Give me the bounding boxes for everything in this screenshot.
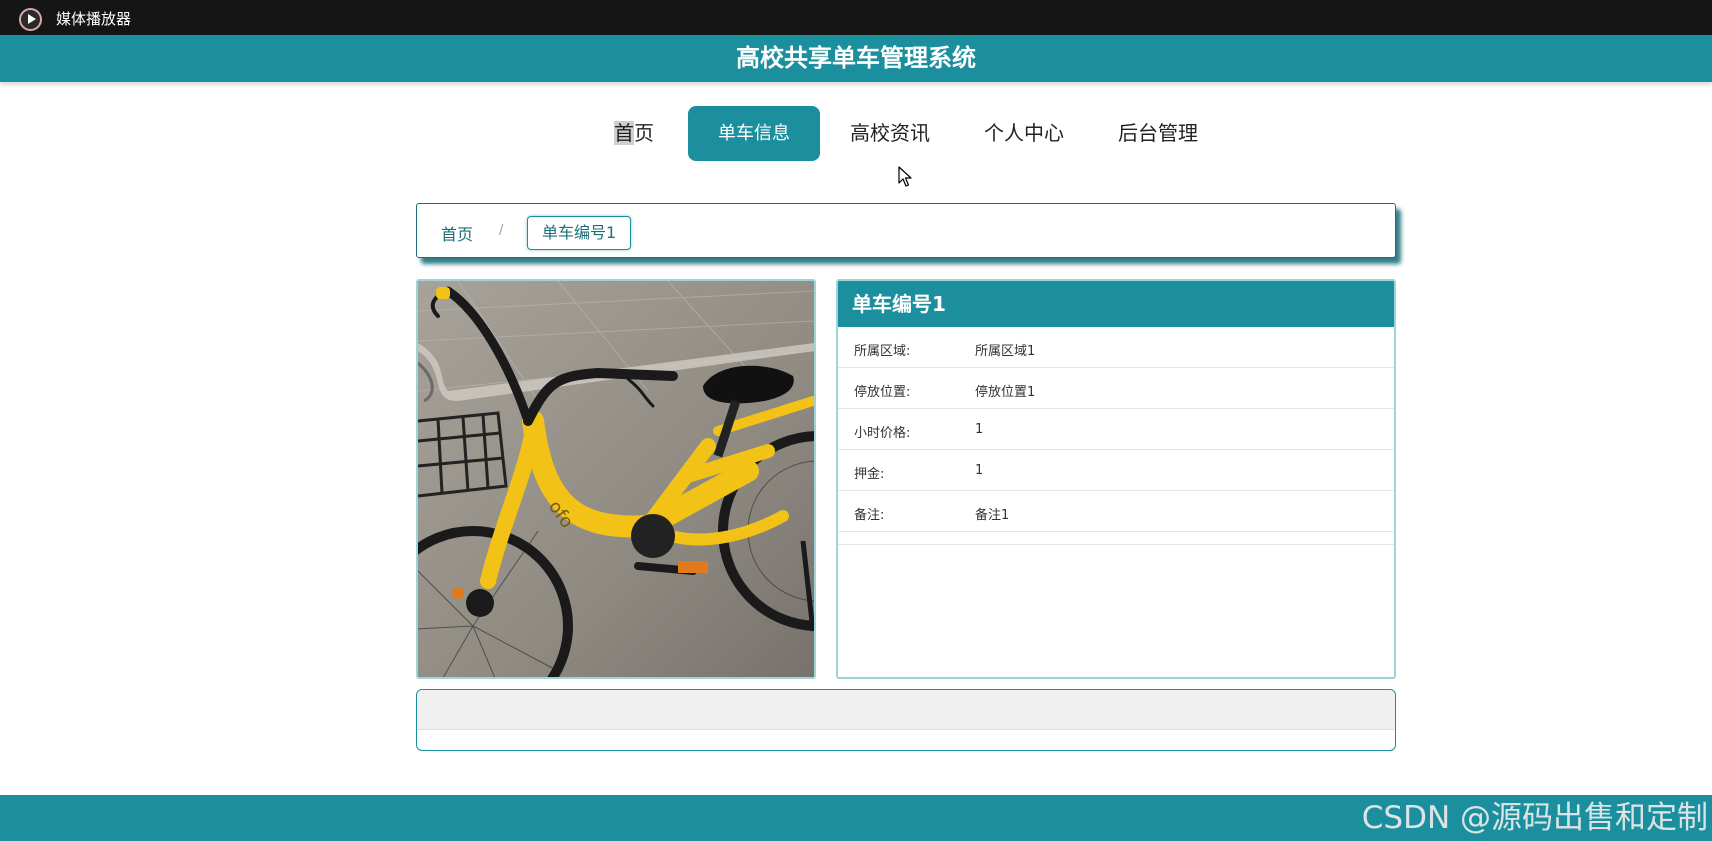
detail-row-remark: 备注: 备注1 (838, 491, 1394, 532)
bike-detail-panel: 单车编号1 所属区域: 所属区域1 停放位置: 停放位置1 小时价格: 1 押金… (836, 279, 1396, 679)
nav-item-bike-info[interactable]: 单车信息 (688, 106, 820, 161)
content-panel-header (417, 690, 1395, 730)
detail-value: 所属区域1 (975, 344, 1036, 359)
nav-item-home-highlight: 首 (614, 121, 634, 145)
detail-value: 1 (975, 422, 984, 437)
breadcrumb-home-link[interactable]: 首页 (441, 221, 473, 245)
detail-label: 停放位置: (854, 385, 911, 400)
main-nav: 首页 单车信息 高校资讯 个人中心 后台管理 (0, 106, 1712, 161)
media-player-titlebar: 媒体播放器 (0, 0, 1712, 35)
detail-row-region: 所属区域: 所属区域1 (838, 327, 1394, 368)
breadcrumb-separator: / (499, 223, 504, 238)
nav-item-home-rest: 页 (634, 121, 654, 145)
detail-label: 所属区域: (854, 344, 911, 359)
detail-row-location: 停放位置: 停放位置1 (838, 368, 1394, 409)
site-title: 高校共享单车管理系统 (736, 44, 976, 72)
watermark: CSDN @源码出售和定制 (1361, 800, 1708, 836)
detail-value: 停放位置1 (975, 385, 1036, 400)
nav-item-campus-news[interactable]: 高校资讯 (848, 106, 932, 161)
site-header: 高校共享单车管理系统 (0, 35, 1712, 82)
bike-content-panel (416, 689, 1396, 751)
nav-item-admin[interactable]: 后台管理 (1116, 106, 1200, 161)
app-title: 媒体播放器 (56, 10, 132, 28)
play-circle-icon[interactable] (19, 8, 42, 31)
detail-value: 1 (975, 463, 984, 478)
detail-row-deposit: 押金: 1 (838, 450, 1394, 491)
breadcrumb-current[interactable]: 单车编号1 (527, 216, 632, 250)
detail-value: 备注1 (975, 508, 1010, 523)
breadcrumb: 首页 / 单车编号1 (416, 203, 1396, 258)
bike-photo: ofo (418, 281, 814, 677)
detail-label: 小时价格: (854, 426, 911, 441)
detail-label: 备注: (854, 508, 885, 523)
bike-image: ofo (416, 279, 816, 679)
bike-name-heading: 单车编号1 (838, 281, 1394, 327)
nav-item-personal-center[interactable]: 个人中心 (982, 106, 1066, 161)
detail-row-hourly-price: 小时价格: 1 (838, 409, 1394, 450)
detail-label: 押金: (854, 467, 885, 482)
detail-divider (838, 532, 1394, 545)
nav-item-home[interactable]: 首页 (614, 106, 654, 161)
